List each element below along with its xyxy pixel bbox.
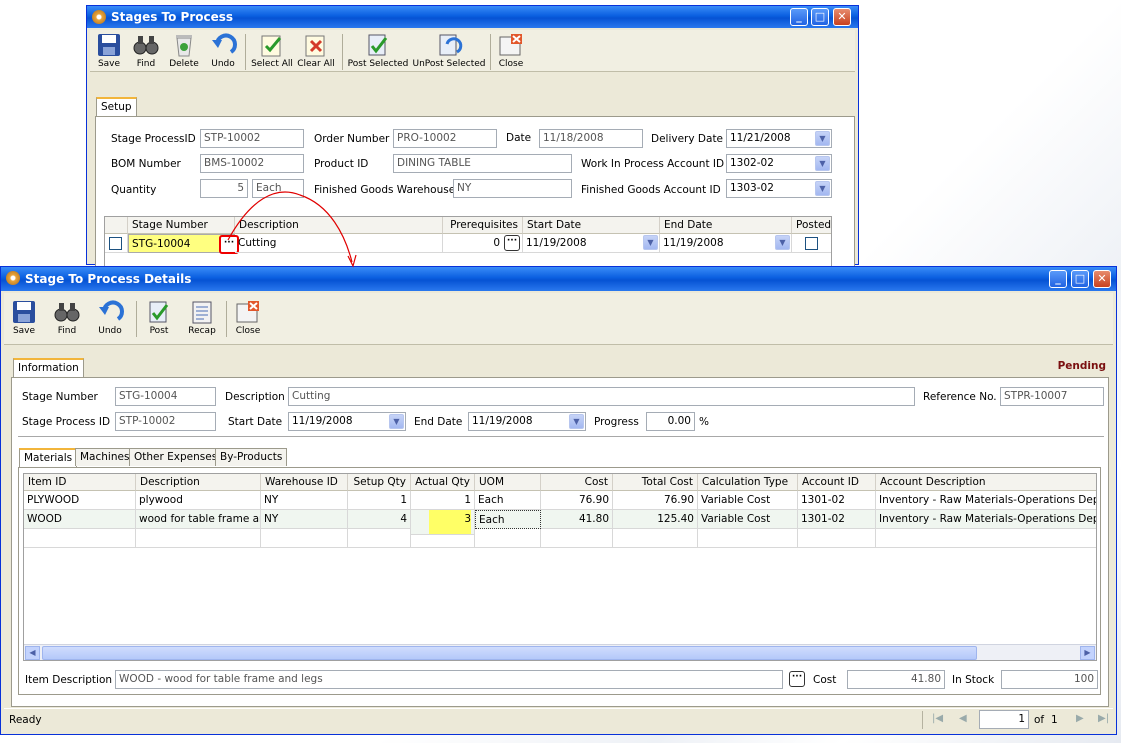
annotation-arrow <box>227 191 357 268</box>
